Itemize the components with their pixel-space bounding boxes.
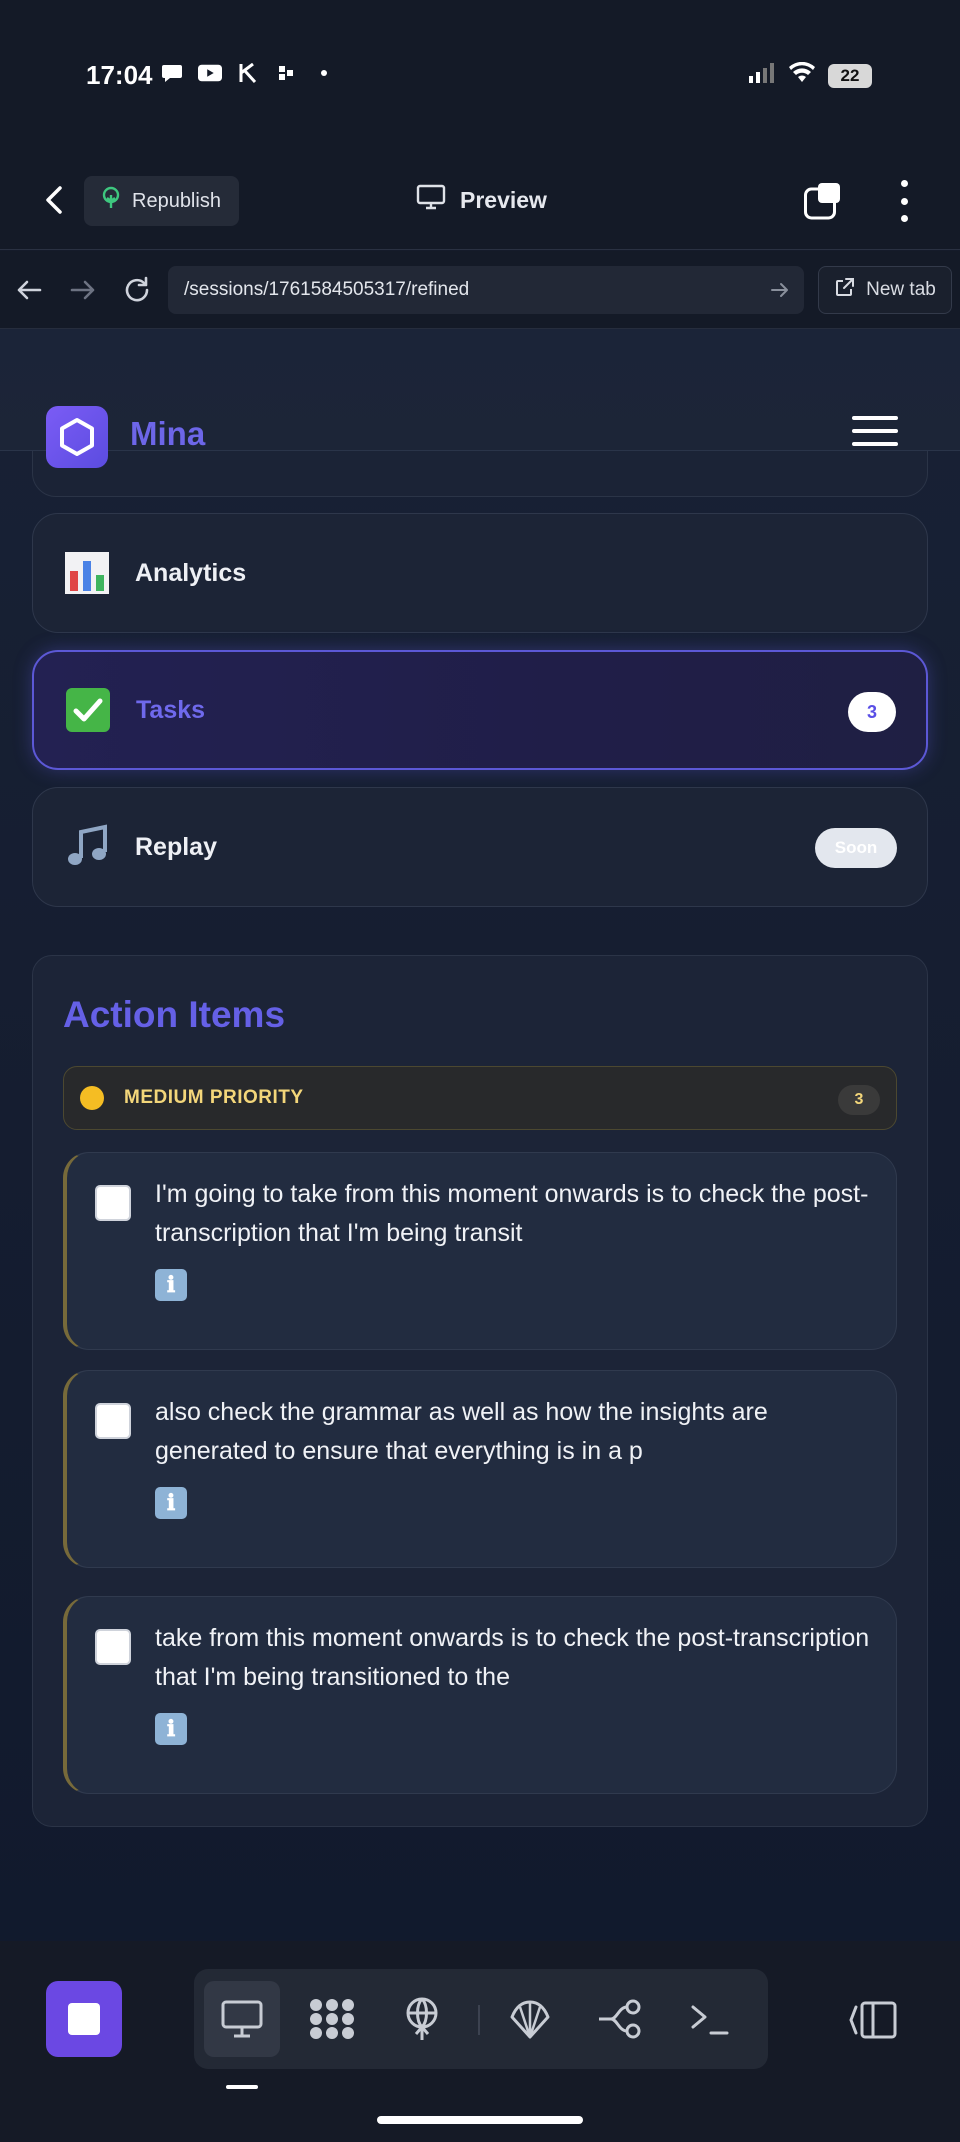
logo[interactable]: [46, 406, 108, 468]
web-content: Mina Analytics Tasks 3 Replay Soon Actio…: [0, 329, 960, 1941]
action-items-title: Action Items: [63, 994, 286, 1035]
task-count-badge: 3: [848, 692, 896, 732]
dots-app-icon: [274, 62, 298, 84]
nav-card-tasks[interactable]: Tasks 3: [32, 650, 928, 770]
tree-icon: [100, 186, 122, 216]
system-icons: 22: [748, 61, 872, 89]
k-app-icon: [236, 62, 260, 84]
status-bar: 17:04 22: [0, 0, 960, 150]
wifi-icon: [788, 61, 816, 89]
preview-title: Preview: [416, 184, 547, 216]
tabs-button[interactable]: [804, 182, 842, 220]
go-arrow-icon[interactable]: [770, 280, 790, 300]
back-button[interactable]: [38, 180, 74, 220]
terminal-icon[interactable]: [672, 1981, 748, 2057]
yellow-circle-icon: [80, 1086, 104, 1110]
check-mark-icon: [64, 686, 112, 734]
priority-label: MEDIUM PRIORITY: [124, 1087, 304, 1108]
task-checkbox[interactable]: [95, 1185, 131, 1221]
app-header: Republish Preview: [0, 150, 960, 250]
hamburger-menu-icon[interactable]: [852, 416, 898, 456]
task-text: also check the grammar as well as how th…: [155, 1398, 768, 1465]
antenna-icon[interactable]: [384, 1981, 460, 2057]
republish-button[interactable]: Republish: [84, 176, 239, 226]
action-items-panel: Action Items MEDIUM PRIORITY 3 I'm going…: [32, 955, 928, 1827]
hexagon-icon: [60, 418, 94, 456]
new-tab-label: New tab: [866, 279, 936, 300]
home-indicator[interactable]: [377, 2116, 583, 2124]
task-checkbox[interactable]: [95, 1403, 131, 1439]
battery-indicator: 22: [828, 63, 872, 88]
bottom-toolbar: [0, 1941, 960, 2142]
url-text: /sessions/1761584505317/refined: [184, 279, 470, 300]
notification-icons: [160, 62, 336, 84]
desktop-icon[interactable]: [204, 1981, 280, 2057]
browser-forward-icon[interactable]: [68, 275, 98, 305]
info-icon[interactable]: ℹ: [155, 1713, 187, 1745]
info-icon[interactable]: ℹ: [155, 1269, 187, 1301]
nav-card-label: Replay: [135, 832, 217, 861]
nav-card-label: Analytics: [135, 558, 247, 587]
nav-card-replay[interactable]: Replay Soon: [32, 787, 928, 907]
tool-divider: [478, 2005, 480, 2035]
task-text: take from this moment onwards is to chec…: [155, 1624, 870, 1691]
monitor-icon: [416, 184, 446, 216]
more-options-icon[interactable]: [898, 180, 910, 222]
priority-count-badge: 3: [838, 1085, 880, 1115]
chevron-left-icon: [46, 186, 62, 214]
dots-grid-icon[interactable]: [294, 1981, 370, 2057]
external-link-icon: [834, 276, 856, 304]
nav-card-label: Tasks: [136, 695, 206, 724]
task-item: take from this moment onwards is to chec…: [63, 1596, 897, 1794]
task-item: also check the grammar as well as how th…: [63, 1370, 897, 1568]
branch-icon[interactable]: [582, 1981, 658, 2057]
stop-icon: [68, 2003, 100, 2035]
reload-icon[interactable]: [122, 275, 152, 305]
url-input[interactable]: /sessions/1761584505317/refined: [168, 266, 804, 314]
priority-group-header[interactable]: MEDIUM PRIORITY 3: [63, 1066, 897, 1130]
new-tab-button[interactable]: New tab: [818, 266, 952, 314]
browser-url-bar: /sessions/1761584505317/refined New tab: [0, 251, 960, 329]
soon-badge: Soon: [815, 828, 897, 868]
info-icon[interactable]: ℹ: [155, 1487, 187, 1519]
task-item: I'm going to take from this moment onwar…: [63, 1152, 897, 1350]
republish-label: Republish: [132, 189, 221, 212]
nav-card-analytics[interactable]: Analytics: [32, 513, 928, 633]
status-time: 17:04: [86, 60, 153, 90]
chat-bubble-icon: [160, 62, 184, 84]
shell-icon[interactable]: [492, 1981, 568, 2057]
tabs-icon: [804, 183, 840, 220]
signal-icon: [748, 62, 776, 89]
tool-group: [194, 1969, 768, 2069]
bar-chart-icon: [63, 549, 111, 597]
dot-icon: [312, 62, 336, 84]
youtube-icon: [198, 62, 222, 84]
music-note-icon: [63, 823, 111, 871]
browser-back-icon[interactable]: [14, 275, 44, 305]
site-header: Mina: [0, 329, 960, 468]
preview-label: Preview: [460, 186, 547, 213]
task-text: I'm going to take from this moment onwar…: [155, 1180, 869, 1247]
task-checkbox[interactable]: [95, 1629, 131, 1665]
brand-name[interactable]: Mina: [130, 415, 205, 453]
side-panel-icon[interactable]: [848, 1999, 898, 2041]
stop-button[interactable]: [46, 1981, 122, 2057]
active-tool-indicator: [226, 2085, 258, 2089]
